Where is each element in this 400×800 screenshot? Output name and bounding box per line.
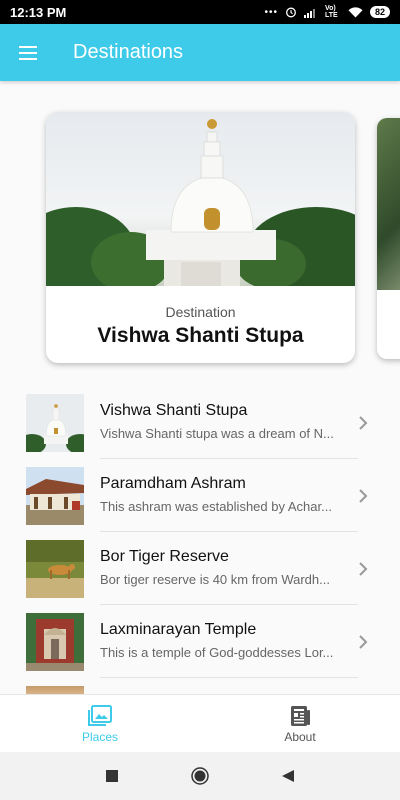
signal-icon (303, 8, 315, 18)
notification-dots: ••• (264, 6, 278, 18)
list-item[interactable]: Paramdham Ashram This ashram was establi… (0, 459, 400, 532)
place-description: This ashram was established by Achar... (100, 499, 332, 514)
wifi-icon (348, 6, 363, 17)
battery-indicator: 82 (369, 6, 390, 18)
network-label: Vo) LTE (324, 5, 338, 19)
place-title: Bor Tiger Reserve (100, 548, 229, 565)
featured-destination-image (46, 112, 355, 286)
places-list: Vishwa Shanti Stupa Vishwa Shanti stupa … (0, 386, 400, 678)
chevron-right-icon (356, 605, 370, 678)
status-time: 12:13 PM (10, 4, 67, 20)
place-thumbnail (26, 393, 84, 452)
next-destination-card[interactable] (377, 118, 400, 359)
status-bar: 12:13 PM ••• Vo) LTE 82 (0, 0, 400, 24)
bottom-navigation: Places About (0, 694, 400, 752)
triangle-back-icon[interactable] (279, 767, 297, 785)
place-thumbnail (26, 539, 84, 598)
page-title: Destinations (73, 41, 184, 63)
featured-destination-card[interactable]: Destination Vishwa Shanti Stupa (46, 112, 355, 363)
place-description: Vishwa Shanti stupa was a dream of N... (100, 426, 334, 441)
newspaper-icon (291, 705, 310, 726)
alarm-icon (286, 7, 296, 18)
featured-subtitle: Destination (165, 304, 236, 320)
chevron-right-icon (356, 386, 370, 459)
nav-item-about[interactable]: About (200, 695, 400, 753)
featured-title: Vishwa Shanti Stupa (97, 324, 304, 347)
list-item[interactable]: Bor Tiger Reserve Bor tiger reserve is 4… (0, 532, 400, 605)
place-thumbnail (26, 612, 84, 671)
partial-list-thumbnail (26, 686, 84, 694)
place-title: Paramdham Ashram (100, 475, 246, 492)
circle-home-icon[interactable] (191, 767, 209, 785)
place-description: Bor tiger reserve is 40 km from Wardh... (100, 572, 330, 587)
place-description: This is a temple of God-goddesses Lor... (100, 645, 334, 660)
place-thumbnail (26, 466, 84, 525)
hamburger-menu-icon[interactable] (0, 24, 56, 81)
chevron-right-icon (356, 532, 370, 605)
status-icons: ••• Vo) LTE 82 (264, 5, 390, 19)
nav-item-places[interactable]: Places (0, 695, 200, 753)
list-item[interactable]: Laxminarayan Temple This is a temple of … (0, 605, 400, 678)
list-item[interactable]: Vishwa Shanti Stupa Vishwa Shanti stupa … (0, 386, 400, 459)
chevron-right-icon (356, 459, 370, 532)
square-recents-icon[interactable] (103, 767, 121, 785)
place-title: Vishwa Shanti Stupa (100, 402, 248, 419)
next-destination-image (377, 118, 400, 290)
photo-library-icon (88, 704, 112, 726)
system-navigation-bar (0, 752, 400, 800)
place-title: Laxminarayan Temple (100, 621, 257, 638)
destination-carousel[interactable]: Destination Vishwa Shanti Stupa (0, 110, 400, 370)
nav-label-about: About (284, 729, 316, 744)
app-bar: Destinations (0, 24, 400, 81)
nav-label-places: Places (81, 729, 119, 744)
